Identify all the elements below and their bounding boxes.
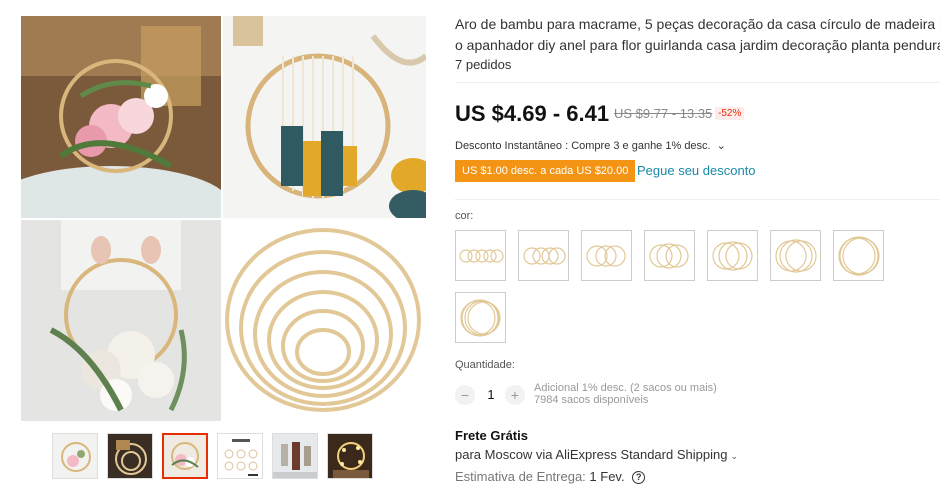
orders-count: 7 pedidos xyxy=(455,57,512,72)
shipping-title: Frete Grátis xyxy=(455,428,528,443)
image-flower-wreath xyxy=(21,220,221,421)
thumbnail-hoops-night[interactable] xyxy=(107,433,153,479)
variant-swatch-4[interactable] xyxy=(644,230,695,281)
instant-discount-text: Desconto Instantâneo : Compre 3 e ganhe … xyxy=(455,140,711,152)
shipping-method[interactable]: para Moscow via AliExpress Standard Ship… xyxy=(455,447,738,462)
variant-swatch-2[interactable] xyxy=(518,230,569,281)
image-flower-hoop xyxy=(21,16,221,218)
thumbnail-flower-wreath[interactable] xyxy=(162,433,208,479)
thumbnail-flower-hoop[interactable] xyxy=(52,433,98,479)
thumbnail-fairy-lights[interactable] xyxy=(327,433,373,479)
thumbnail-size-chart[interactable] xyxy=(217,433,263,479)
divider xyxy=(455,199,940,200)
quantity-bulk-discount: Adicional 1% desc. (2 sacos ou mais) xyxy=(534,382,717,394)
image-macrame xyxy=(223,16,426,218)
variant-swatch-3[interactable] xyxy=(581,230,632,281)
delivery-estimate-value: 1 Fev. xyxy=(589,469,625,484)
variant-swatch-7[interactable] xyxy=(833,230,884,281)
image-bamboo-hoops xyxy=(223,220,426,421)
quantity-info: Adicional 1% desc. (2 sacos ou mais) 798… xyxy=(534,382,717,406)
chevron-down-icon: ⌄ xyxy=(716,140,726,152)
quantity-label: Quantidade: xyxy=(455,359,515,371)
variant-swatch-1[interactable] xyxy=(455,230,506,281)
variant-swatch-8[interactable] xyxy=(455,292,506,343)
help-icon[interactable]: ? xyxy=(632,471,646,484)
shipping-method-text: para Moscow via AliExpress Standard Ship… xyxy=(455,447,728,462)
delivery-estimate-label: Estimativa de Entrega: xyxy=(455,469,586,484)
original-price: US $9.77 - 13.35 xyxy=(614,106,713,121)
product-title-line-1: Aro de bambu para macrame, 5 peças decor… xyxy=(455,16,940,32)
product-title-line-2: o apanhador diy anel para flor guirlanda… xyxy=(455,37,940,53)
thumbnail-wall-hangings[interactable] xyxy=(272,433,318,479)
discount-badge: -52% xyxy=(715,107,745,120)
instant-discount[interactable]: Desconto Instantâneo : Compre 3 e ganhe … xyxy=(455,139,726,152)
product-title: Aro de bambu para macrame, 5 peças decor… xyxy=(455,14,940,56)
price: US $4.69 - 6.41 xyxy=(455,101,610,126)
quantity-increase-button[interactable]: + xyxy=(505,385,525,405)
quantity-decrease-button[interactable]: − xyxy=(455,385,475,405)
divider xyxy=(455,82,940,83)
color-label: cor: xyxy=(455,210,474,222)
quantity-value[interactable]: 1 xyxy=(484,387,498,402)
stock-available: 7984 sacos disponíveis xyxy=(534,394,649,406)
delivery-estimate: Estimativa de Entrega: 1 Fev. ? xyxy=(455,469,646,484)
variant-swatch-6[interactable] xyxy=(770,230,821,281)
coupon-badge: US $1.00 desc. a cada US $20.00 xyxy=(455,160,636,182)
variant-swatch-5[interactable] xyxy=(707,230,758,281)
main-product-image[interactable] xyxy=(21,16,426,421)
thumbnail-strip xyxy=(52,433,373,479)
chevron-down-icon: ⌄ xyxy=(730,451,738,461)
get-coupon-link[interactable]: Pegue seu desconto xyxy=(637,163,756,178)
